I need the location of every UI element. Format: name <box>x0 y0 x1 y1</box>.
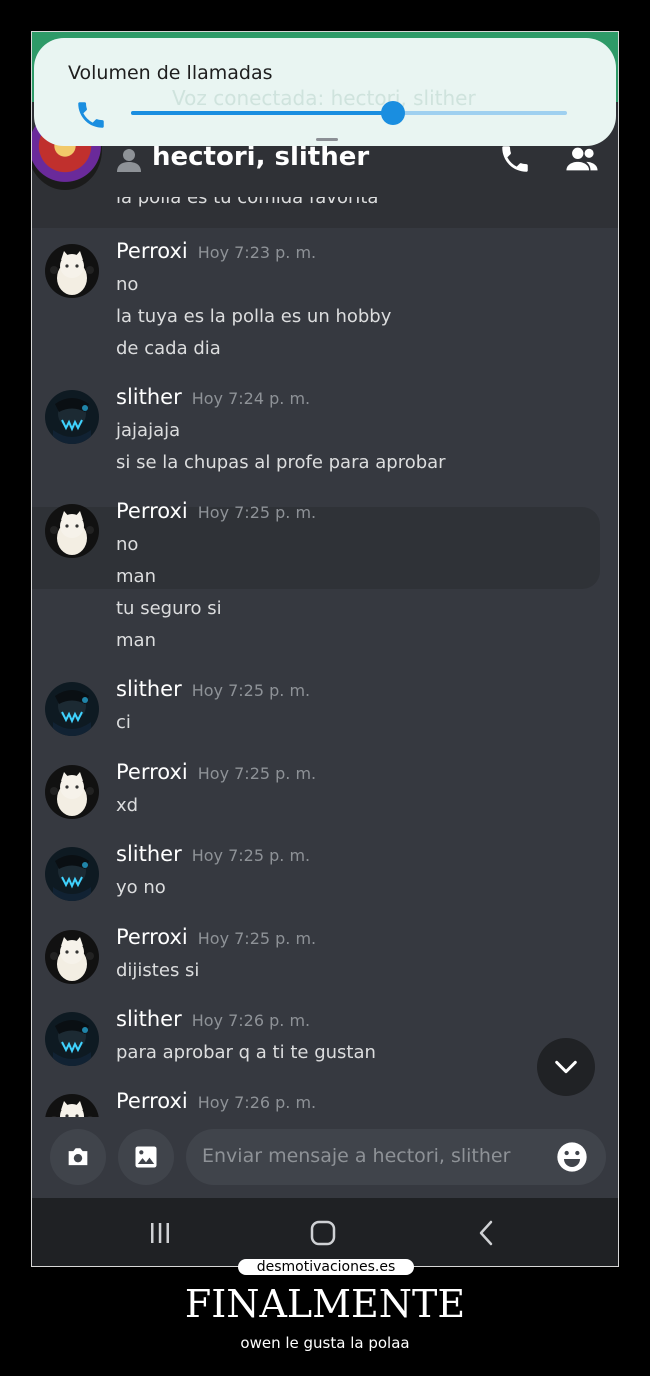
message-composer: Enviar mensaje a hectori, slither <box>32 1117 618 1197</box>
poster-subtitle: owen le gusta la polaa <box>240 1334 410 1352</box>
message-author[interactable]: slither Hoy 7:24 p. m. <box>116 385 310 409</box>
message-author[interactable]: Perroxi Hoy 7:25 p. m. <box>116 499 316 523</box>
message-line: la tuya es la polla es un hobby <box>116 306 392 327</box>
channel-name: hectori, slither <box>152 142 370 172</box>
gallery-button[interactable] <box>118 1129 174 1185</box>
user-avatar[interactable] <box>45 1012 99 1066</box>
volume-slider[interactable] <box>131 101 567 125</box>
message-line: man <box>116 630 156 651</box>
message-line: dijistes si <box>116 960 200 981</box>
message-line: man <box>116 566 156 587</box>
message-timestamp: Hoy 7:26 p. m. <box>197 1093 317 1112</box>
message-author[interactable]: Perroxi Hoy 7:25 p. m. <box>116 925 316 949</box>
message-timestamp: Hoy 7:25 p. m. <box>197 929 317 948</box>
panel-drag-handle[interactable] <box>316 138 338 141</box>
voice-connected-text: Voz conectada: hectori, slither <box>172 86 476 110</box>
message-line: la polla es tu comida favorita <box>116 197 379 208</box>
message-author[interactable]: Perroxi Hoy 7:23 p. m. <box>116 239 316 263</box>
user-avatar[interactable] <box>45 682 99 736</box>
message-list: la polla es tu comida favorita Perroxi Ho… <box>32 197 618 1117</box>
message-line: de cada dia <box>116 338 221 359</box>
back-icon[interactable] <box>472 1218 502 1248</box>
user-avatar[interactable] <box>45 765 99 819</box>
message-author[interactable]: Perroxi Hoy 7:25 p. m. <box>116 760 316 784</box>
message-line: tu seguro si <box>116 598 222 619</box>
user-avatar[interactable] <box>45 847 99 901</box>
message-line: jajajaja <box>116 420 181 441</box>
message-timestamp: Hoy 7:25 p. m. <box>197 503 317 522</box>
message-line: no <box>116 534 139 555</box>
message-author[interactable]: slither Hoy 7:25 p. m. <box>116 842 310 866</box>
message-author[interactable]: Perroxi Hoy 7:26 p. m. <box>116 1089 316 1113</box>
call-icon[interactable] <box>498 142 532 176</box>
call-volume-panel: Voz conectada: hectori, slither Volumen … <box>34 38 616 146</box>
message-line: ci <box>116 712 131 733</box>
message-author[interactable]: slither Hoy 7:25 p. m. <box>116 677 310 701</box>
message-line: no <box>116 274 139 295</box>
message-timestamp: Hoy 7:25 p. m. <box>197 764 317 783</box>
members-icon[interactable] <box>565 142 599 176</box>
message-timestamp: Hoy 7:23 p. m. <box>197 243 317 262</box>
message-timestamp: Hoy 7:25 p. m. <box>191 846 311 865</box>
user-avatar[interactable] <box>45 504 99 558</box>
message-line: para aprobar q a ti te gustan <box>116 1042 376 1063</box>
site-brand[interactable]: desmotivaciones.es <box>238 1259 414 1275</box>
jump-to-bottom-button[interactable] <box>537 1038 595 1096</box>
message-line: si se la chupas al profe para aprobar <box>116 452 446 473</box>
camera-icon <box>68 1148 88 1166</box>
image-icon <box>135 1146 157 1168</box>
recent-apps-icon[interactable] <box>145 1218 175 1248</box>
message-line: xd <box>116 795 139 816</box>
volume-title: Volumen de llamadas <box>68 62 273 84</box>
camera-button[interactable] <box>50 1129 106 1185</box>
message-timestamp: Hoy 7:25 p. m. <box>191 681 311 700</box>
android-nav-bar <box>32 1198 618 1266</box>
person-icon <box>117 149 141 172</box>
home-icon[interactable] <box>308 1218 338 1248</box>
phone-screenshot: hectori, slither Voz conectada: hectori,… <box>31 31 619 1267</box>
volume-slider-fill <box>131 111 393 115</box>
chevron-down-icon <box>555 1060 577 1074</box>
user-avatar[interactable] <box>45 930 99 984</box>
emoji-icon[interactable] <box>556 1141 588 1173</box>
phone-icon <box>78 102 104 128</box>
poster-title: FINALMENTE <box>184 1282 466 1326</box>
message-input-placeholder: Enviar mensaje a hectori, slither <box>202 1145 511 1167</box>
user-avatar[interactable] <box>45 244 99 298</box>
volume-slider-thumb[interactable] <box>380 101 405 125</box>
user-avatar[interactable] <box>45 390 99 444</box>
message-timestamp: Hoy 7:26 p. m. <box>191 1011 311 1030</box>
user-avatar[interactable] <box>45 1094 99 1117</box>
message-author[interactable]: slither Hoy 7:26 p. m. <box>116 1007 310 1031</box>
message-timestamp: Hoy 7:24 p. m. <box>191 389 311 408</box>
message-line: yo no <box>116 877 166 898</box>
message-input[interactable]: Enviar mensaje a hectori, slither <box>186 1129 606 1185</box>
